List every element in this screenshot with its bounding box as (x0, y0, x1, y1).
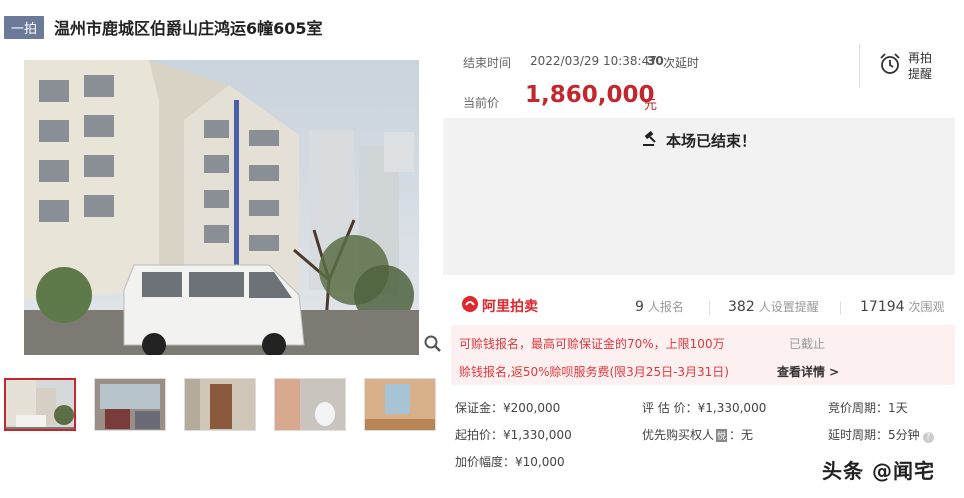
views-label: 次围观 (908, 300, 945, 314)
promo-line-1: 可赊钱报名，最高可赊保证金的70%，上限100万 (459, 337, 725, 351)
bid-increment: 加价幅度：¥10,000 (455, 455, 565, 469)
delay-count: 30 (647, 54, 664, 68)
signups-value: 9 (635, 299, 644, 315)
gavel-icon (642, 130, 666, 151)
start-price: 起拍价：¥1,330,000 (455, 428, 572, 442)
views-stat: 17194 次围观 (860, 298, 945, 315)
auction-round-badge: 一拍 (4, 15, 45, 39)
promo-status: 已截止 (789, 337, 826, 351)
zoom-icon[interactable] (423, 334, 443, 354)
ali-auction-logo: 阿里拍卖 (461, 295, 538, 317)
thumbnail-2[interactable] (94, 378, 166, 431)
delay-cycle: 延时周期：5分钟? (828, 426, 934, 443)
reminders-stat: 382 人设置提醒 (728, 298, 819, 315)
ended-text: 本场已结束！ (665, 132, 756, 150)
end-time-label: 结束时间 (463, 56, 512, 70)
priority-buyer-label: 优先购买权人 (642, 428, 715, 442)
remind-button[interactable]: 再拍提醒 (878, 50, 934, 82)
alarm-clock-icon (878, 52, 902, 80)
view-details-link[interactable]: 查看详情 > (777, 363, 839, 380)
help-icon[interactable]: ? (922, 432, 934, 443)
bid-cycle: 竞价周期：1天 (828, 401, 908, 415)
title-row: 一拍 温州市鹿城区伯爵山庄鸿运6幢605室 (4, 14, 323, 40)
thumbnail-3[interactable] (184, 378, 256, 431)
remind-label: 再拍提醒 (908, 51, 933, 81)
price-unit: 元 (644, 98, 658, 113)
thumbnail-4[interactable] (274, 378, 346, 431)
main-photo[interactable] (24, 60, 419, 355)
current-price-label: 当前价 (463, 96, 500, 110)
delay-cycle-text: 延时周期：5分钟 (828, 428, 920, 442)
stat-divider (840, 301, 841, 315)
auction-ended-message: 本场已结束！ (443, 130, 955, 151)
ali-auction-logo-text: 阿里拍卖 (482, 299, 538, 315)
credit-promo-box: 可赊钱报名，最高可赊保证金的70%，上限100万 已截止 赊钱报名,返50%赊呗… (451, 325, 955, 385)
views-value: 17194 (860, 299, 905, 315)
divider (859, 44, 860, 88)
delay-label: 次延时 (663, 56, 700, 70)
deposit: 保证金：¥200,000 (455, 401, 561, 415)
promo-line-2: 赊钱报名,返50%赊呗服务费(限3月25日-3月31日) (459, 365, 729, 379)
current-price: 1,860,000 (525, 82, 655, 108)
appraisal-price: 评 估 价：¥1,330,000 (642, 401, 767, 415)
watermark: 头条 @闻宅 (822, 459, 935, 483)
auction-info-panel: 结束时间 2022/03/29 10:38:47 30 次延时 当前价 1,86… (443, 44, 955, 471)
priority-buyer: 优先购买权人悦：无 (642, 426, 753, 443)
thumbnail-1[interactable] (4, 378, 76, 431)
page-title: 温州市鹿城区伯爵山庄鸿运6幢605室 (54, 19, 323, 38)
priority-badge: 悦 (716, 429, 728, 442)
reminders-label: 人设置提醒 (758, 300, 819, 314)
stat-divider (709, 301, 710, 315)
reminders-value: 382 (728, 299, 755, 315)
stats-row: 阿里拍卖 9 人报名 382 人设置提醒 17194 次围观 (443, 275, 955, 325)
thumbnail-strip (4, 378, 454, 431)
signups-stat: 9 人报名 (635, 298, 684, 315)
ali-auction-logo-icon (461, 295, 479, 317)
thumbnail-5[interactable] (364, 378, 436, 431)
signups-label: 人报名 (647, 300, 684, 314)
auction-summary: 结束时间 2022/03/29 10:38:47 30 次延时 当前价 1,86… (443, 44, 955, 118)
end-time-value: 2022/03/29 10:38:47 (530, 54, 657, 68)
auction-ended-box: 本场已结束！ (443, 118, 955, 275)
priority-buyer-value: ：无 (729, 428, 754, 442)
